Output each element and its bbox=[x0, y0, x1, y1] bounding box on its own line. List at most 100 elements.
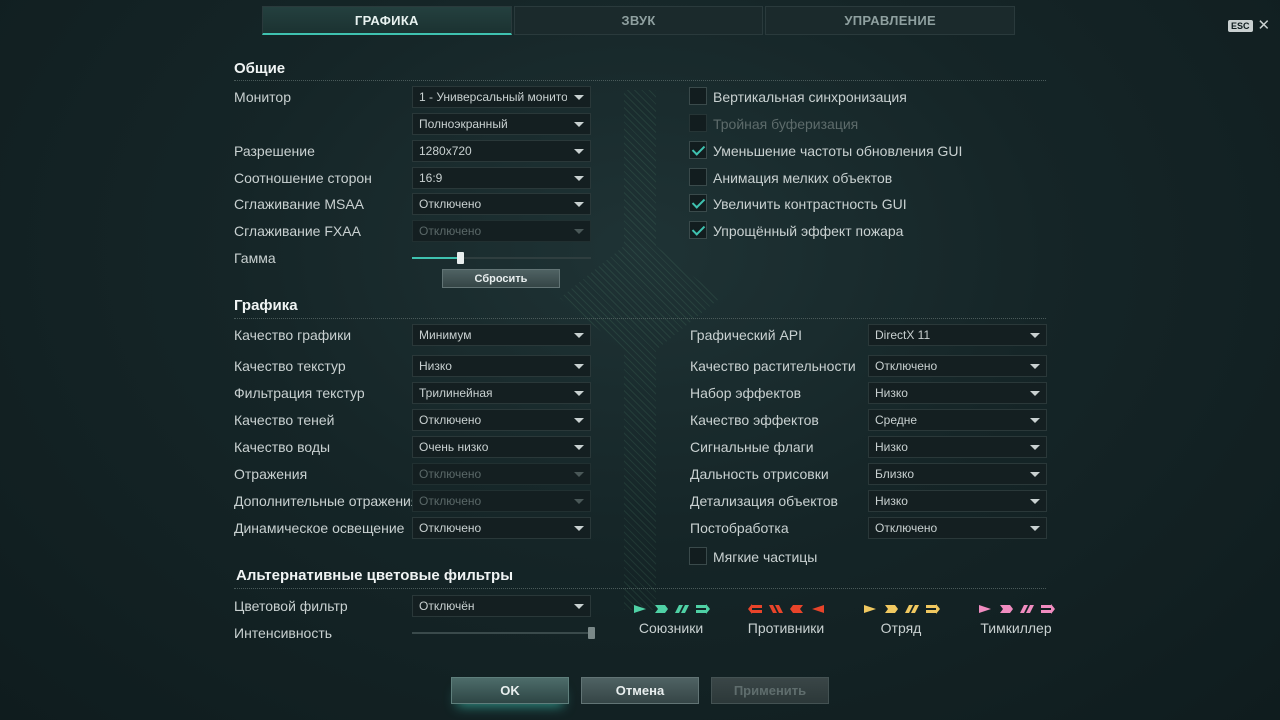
graphics-right-label-7: Постобработка bbox=[690, 520, 789, 536]
dropdown-value: Полноэкранный bbox=[419, 117, 508, 131]
cancel-button[interactable]: Отмена bbox=[581, 677, 699, 704]
graphics-left-label-7: Динамическое освещение bbox=[234, 520, 405, 536]
dropdown-value: Минимум bbox=[419, 328, 472, 342]
legend-label: Союзники bbox=[638, 620, 704, 636]
dropdown-value: Отключено bbox=[419, 521, 482, 535]
close-control[interactable]: ESC ✕ bbox=[1228, 18, 1271, 33]
dropdown-value: Отключено bbox=[419, 413, 482, 427]
chevron-down-icon bbox=[574, 202, 584, 207]
graphics-right-dropdown-0[interactable]: DirectX 11 bbox=[868, 324, 1047, 346]
soft-particles-checkbox[interactable] bbox=[689, 547, 707, 565]
graphics-right-label-4: Сигнальные флаги bbox=[690, 439, 814, 455]
dropdown-value: Отключено bbox=[419, 467, 482, 481]
dropdown-value: Низко bbox=[875, 386, 908, 400]
resolution-label: Разрешение bbox=[234, 143, 315, 159]
gamma-label: Гамма bbox=[234, 250, 276, 266]
tab-bar: ГРАФИКА ЗВУК УПРАВЛЕНИЕ bbox=[262, 6, 1016, 35]
legend-icons bbox=[966, 604, 1066, 616]
chevron-down-icon bbox=[574, 499, 584, 504]
monitor-dropdown[interactable]: 1 - Универсальный монитор PnP bbox=[412, 86, 591, 108]
ship-marker-icon bbox=[863, 605, 876, 613]
graphics-left-dropdown-0[interactable]: Минимум bbox=[412, 324, 591, 346]
aspect-label: Соотношение сторон bbox=[234, 170, 372, 186]
graphics-left-label-0: Качество графики bbox=[234, 327, 352, 343]
dropdown-value: Средне bbox=[875, 413, 918, 427]
graphics-right-label-1: Качество растительности bbox=[690, 358, 856, 374]
graphics-left-dropdown-5: Отключено bbox=[412, 463, 591, 485]
graphics-left-label-1: Качество текстур bbox=[234, 358, 346, 374]
ship-marker-icon bbox=[999, 605, 1013, 613]
dropdown-value: Близко bbox=[875, 467, 915, 481]
checkmark-icon bbox=[691, 222, 706, 236]
fxaa-label: Сглаживание FXAA bbox=[234, 223, 361, 239]
tab-controls[interactable]: УПРАВЛЕНИЕ bbox=[765, 6, 1016, 35]
close-icon[interactable]: ✕ bbox=[1258, 18, 1271, 33]
divider bbox=[234, 80, 1046, 81]
dropdown-value: 1 - Универсальный монитор PnP bbox=[419, 90, 567, 104]
chevron-down-icon bbox=[1030, 526, 1040, 531]
graphics-right-label-5: Дальность отрисовки bbox=[690, 466, 829, 482]
ship-marker-icon bbox=[811, 605, 824, 613]
graphics-left-dropdown-2[interactable]: Трилинейная bbox=[412, 382, 591, 404]
msaa-dropdown[interactable]: Отключено bbox=[412, 193, 591, 215]
general-option-checkbox-0[interactable] bbox=[689, 87, 707, 105]
intensity-slider[interactable] bbox=[412, 627, 595, 639]
ship-marker-icon bbox=[904, 605, 919, 613]
chevron-down-icon bbox=[574, 149, 584, 154]
chevron-down-icon bbox=[1030, 418, 1040, 423]
slider-thumb[interactable] bbox=[457, 252, 465, 264]
msaa-label: Сглаживание MSAA bbox=[234, 196, 365, 212]
dropdown-value: 16:9 bbox=[419, 171, 443, 185]
graphics-left-dropdown-3[interactable]: Отключено bbox=[412, 409, 591, 431]
slider-fill bbox=[412, 257, 461, 259]
graphics-left-dropdown-7[interactable]: Отключено bbox=[412, 517, 591, 539]
graphics-left-label-2: Фильтрация текстур bbox=[234, 385, 365, 401]
esc-key-icon: ESC bbox=[1228, 20, 1253, 32]
graphics-right-dropdown-7[interactable]: Отключено bbox=[868, 517, 1047, 539]
slider-fill bbox=[412, 632, 591, 634]
ship-marker-icon bbox=[695, 604, 710, 614]
legend-icons bbox=[851, 604, 951, 616]
dropdown-value: 1280x720 bbox=[419, 144, 472, 158]
general-option-checkbox-3[interactable] bbox=[689, 168, 707, 186]
color-filter-dropdown[interactable]: Отключён bbox=[412, 595, 591, 617]
screen-mode-dropdown[interactable]: Полноэкранный bbox=[412, 113, 591, 135]
graphics-right-dropdown-1[interactable]: Отключено bbox=[868, 355, 1047, 377]
slider-thumb[interactable] bbox=[588, 627, 595, 639]
resolution-dropdown[interactable]: 1280x720 bbox=[412, 140, 591, 162]
reset-gamma-button[interactable]: Сбросить bbox=[442, 269, 560, 288]
general-option-checkbox-5[interactable] bbox=[689, 221, 707, 239]
aspect-dropdown[interactable]: 16:9 bbox=[412, 167, 591, 189]
tab-sound[interactable]: ЗВУК bbox=[513, 6, 764, 35]
fxaa-dropdown: Отключено bbox=[412, 220, 591, 242]
general-option-checkbox-4[interactable] bbox=[689, 194, 707, 212]
legend-icons bbox=[621, 604, 721, 616]
ship-marker-icon bbox=[1019, 605, 1034, 613]
ship-marker-icon bbox=[925, 604, 940, 614]
graphics-left-dropdown-4[interactable]: Очень низко bbox=[412, 436, 591, 458]
graphics-right-dropdown-3[interactable]: Средне bbox=[868, 409, 1047, 431]
general-option-checkbox-2[interactable] bbox=[689, 141, 707, 159]
intensity-label: Интенсивность bbox=[234, 625, 333, 641]
gamma-slider[interactable] bbox=[412, 252, 591, 264]
graphics-right-label-3: Качество эффектов bbox=[690, 412, 819, 428]
tab-graphics[interactable]: ГРАФИКА bbox=[262, 6, 512, 35]
graphics-left-dropdown-1[interactable]: Низко bbox=[412, 355, 591, 377]
chevron-down-icon bbox=[574, 122, 584, 127]
general-option-label-5: Упрощённый эффект пожара bbox=[713, 223, 904, 239]
graphics-left-label-5: Отражения bbox=[234, 466, 308, 482]
chevron-down-icon bbox=[1030, 499, 1040, 504]
ok-button[interactable]: OK bbox=[451, 677, 569, 704]
graphics-right-dropdown-2[interactable]: Низко bbox=[868, 382, 1047, 404]
dropdown-value: Отключено bbox=[875, 521, 938, 535]
graphics-right-dropdown-5[interactable]: Близко bbox=[868, 463, 1047, 485]
ship-marker-icon bbox=[884, 605, 898, 613]
legend-label: Отряд bbox=[880, 620, 922, 636]
checkmark-icon bbox=[691, 195, 706, 209]
graphics-right-dropdown-4[interactable]: Низко bbox=[868, 436, 1047, 458]
ship-marker-icon bbox=[633, 605, 646, 613]
graphics-right-dropdown-6[interactable]: Низко bbox=[868, 490, 1047, 512]
general-option-label-3: Анимация мелких объектов bbox=[713, 170, 893, 186]
dropdown-value: Трилинейная bbox=[419, 386, 493, 400]
graphics-left-label-4: Качество воды bbox=[234, 439, 331, 455]
